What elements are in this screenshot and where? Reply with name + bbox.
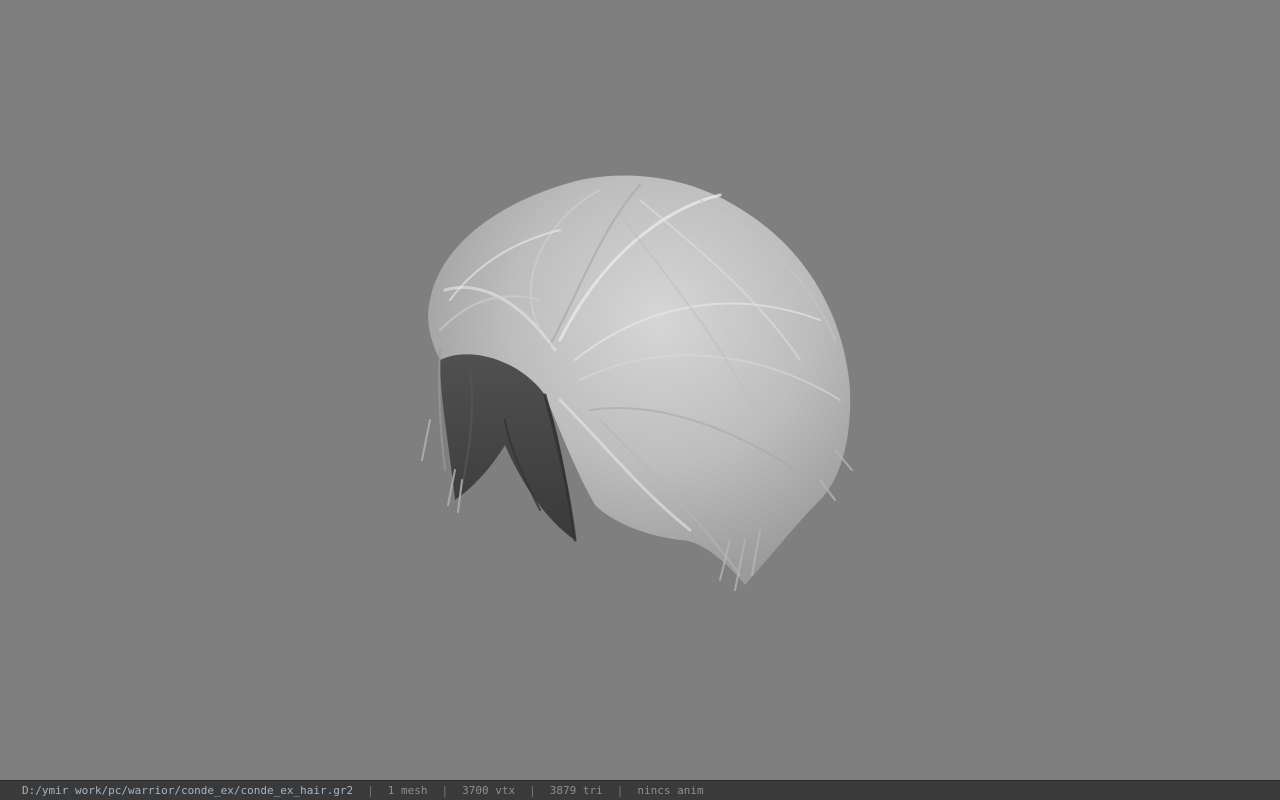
anim-status: nincs anim [637, 784, 704, 797]
triangle-count: 3879 tri [549, 784, 603, 797]
hair-model[interactable] [0, 0, 1280, 780]
status-separator: | [529, 784, 536, 797]
status-separator: | [441, 784, 449, 797]
file-path: D:/ymir work/pc/warrior/conde_ex/conde_e… [22, 784, 354, 797]
status-separator: | [367, 784, 374, 797]
mesh-count: 1 mesh [387, 784, 428, 797]
3d-viewport[interactable] [0, 0, 1280, 780]
status-separator: | [616, 784, 624, 797]
status-bar: D:/ymir work/pc/warrior/conde_ex/conde_e… [0, 780, 1280, 800]
vertex-count: 3700 vtx [462, 784, 516, 797]
